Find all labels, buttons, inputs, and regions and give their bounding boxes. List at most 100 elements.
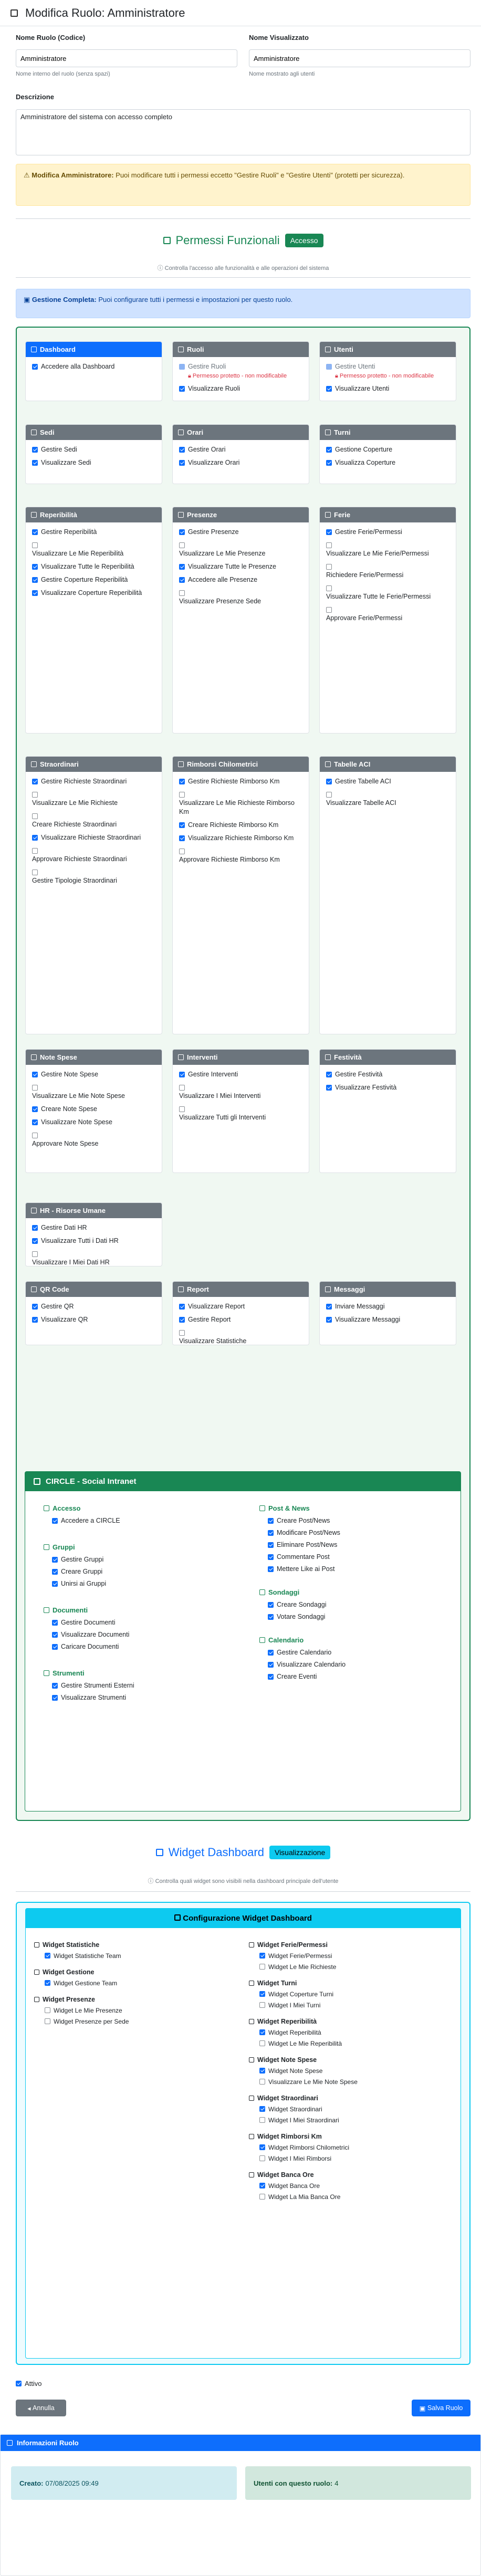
- permission-checkbox[interactable]: [179, 542, 185, 548]
- permission-checkbox[interactable]: [32, 529, 38, 535]
- permission-checkbox[interactable]: [52, 1695, 58, 1701]
- permission-checkbox[interactable]: [326, 779, 332, 784]
- widget-checkbox[interactable]: [259, 2106, 265, 2112]
- permission-checkbox[interactable]: [32, 1085, 38, 1091]
- permission-item[interactable]: Visualizzare Presenze Sede: [179, 589, 302, 606]
- permission-item[interactable]: Creare Richieste Rimborso Km: [179, 821, 302, 830]
- widget-item[interactable]: Widget La Mia Banca Ore: [259, 2193, 454, 2201]
- permission-checkbox[interactable]: [326, 1085, 332, 1091]
- widget-checkbox[interactable]: [259, 2002, 265, 2008]
- permission-item[interactable]: Gestire Interventi: [179, 1070, 302, 1079]
- permission-item[interactable]: Visualizzare Coperture Reperibilità: [32, 589, 155, 598]
- permission-checkbox[interactable]: [268, 1602, 274, 1608]
- permission-item[interactable]: Gestire Orari: [179, 445, 302, 454]
- permission-checkbox[interactable]: [326, 1317, 332, 1323]
- permission-checkbox[interactable]: [179, 1330, 185, 1336]
- permission-item[interactable]: Accedere alle Presenze: [179, 575, 302, 584]
- permission-checkbox[interactable]: [179, 1085, 185, 1091]
- permission-item[interactable]: Gestire Ferie/Permessi: [326, 528, 449, 537]
- description-textarea[interactable]: Amministratore del sistema con accesso c…: [16, 109, 470, 155]
- permission-checkbox[interactable]: [268, 1674, 274, 1680]
- widget-item[interactable]: Visualizzare Le Mie Note Spese: [259, 2078, 454, 2086]
- permission-checkbox[interactable]: [179, 529, 185, 535]
- permission-item[interactable]: Visualizzare Le Mie Note Spese: [32, 1083, 155, 1101]
- permission-checkbox[interactable]: [32, 1238, 38, 1244]
- widget-checkbox[interactable]: [259, 2079, 265, 2085]
- permission-item[interactable]: Creare Note Spese: [32, 1105, 155, 1114]
- widget-checkbox[interactable]: [259, 1953, 265, 1959]
- permission-checkbox[interactable]: [32, 447, 38, 453]
- permission-checkbox[interactable]: [268, 1614, 274, 1620]
- permission-checkbox[interactable]: [32, 577, 38, 583]
- permission-item[interactable]: Visualizzare Sedi: [32, 458, 155, 467]
- permission-checkbox[interactable]: [32, 1317, 38, 1323]
- permission-item[interactable]: Visualizzare I Miei Interventi: [179, 1083, 302, 1101]
- circle-permission-item[interactable]: Caricare Documenti: [52, 1642, 243, 1651]
- permission-checkbox[interactable]: [32, 590, 38, 596]
- circle-permission-item[interactable]: Creare Eventi: [268, 1672, 454, 1681]
- permission-checkbox[interactable]: [52, 1683, 58, 1689]
- permission-checkbox[interactable]: [52, 1620, 58, 1626]
- widget-item[interactable]: Widget I Miei Turni: [259, 2001, 454, 2009]
- circle-permission-item[interactable]: Commentare Post: [268, 1553, 454, 1562]
- permission-item[interactable]: Richiedere Ferie/Permessi: [326, 562, 449, 580]
- permission-checkbox[interactable]: [326, 585, 332, 591]
- permission-checkbox[interactable]: [179, 822, 185, 828]
- widget-item[interactable]: Widget Coperture Turni: [259, 1990, 454, 1998]
- widget-checkbox[interactable]: [259, 2117, 265, 2123]
- permission-checkbox[interactable]: [268, 1518, 274, 1524]
- circle-permission-item[interactable]: Gestire Calendario: [268, 1648, 454, 1657]
- permission-checkbox[interactable]: [268, 1542, 274, 1548]
- widget-item[interactable]: Widget I Miei Straordinari: [259, 2116, 454, 2124]
- circle-permission-item[interactable]: Gestire Documenti: [52, 1618, 243, 1627]
- widget-checkbox[interactable]: [259, 2040, 265, 2046]
- permission-item[interactable]: Gestire Festività: [326, 1070, 449, 1079]
- permission-item[interactable]: Visualizzare Ruoli: [179, 384, 302, 393]
- permission-checkbox[interactable]: [326, 460, 332, 466]
- widget-checkbox[interactable]: [45, 1953, 50, 1959]
- permission-checkbox[interactable]: [268, 1554, 274, 1560]
- circle-permission-item[interactable]: Visualizzare Calendario: [268, 1660, 454, 1669]
- permission-item[interactable]: Visualizzare Tutte le Reperibilità: [32, 562, 155, 571]
- permission-item[interactable]: Visualizzare Messaggi: [326, 1315, 449, 1324]
- circle-permission-item[interactable]: Gestire Strumenti Esterni: [52, 1681, 243, 1690]
- permission-checkbox[interactable]: [32, 1304, 38, 1310]
- permission-item[interactable]: Gestione Coperture: [326, 445, 449, 454]
- circle-permission-item[interactable]: Visualizzare Documenti: [52, 1630, 243, 1639]
- permission-checkbox[interactable]: [179, 590, 185, 596]
- widget-checkbox[interactable]: [45, 2018, 50, 2024]
- active-toggle[interactable]: Attivo: [16, 2380, 42, 2387]
- permission-checkbox[interactable]: [326, 386, 332, 392]
- permission-checkbox[interactable]: [179, 835, 185, 841]
- permission-checkbox[interactable]: [326, 792, 332, 798]
- widget-item[interactable]: Widget Statistiche Team: [45, 1952, 234, 1960]
- permission-checkbox[interactable]: [32, 792, 38, 798]
- permission-checkbox[interactable]: [52, 1518, 58, 1524]
- permission-item[interactable]: Visualizzare Note Spese: [32, 1118, 155, 1127]
- widget-checkbox[interactable]: [45, 2007, 50, 2013]
- permission-checkbox[interactable]: [32, 364, 38, 370]
- permission-item[interactable]: Gestire Note Spese: [32, 1070, 155, 1079]
- circle-permission-item[interactable]: Accedere a CIRCLE: [52, 1516, 243, 1525]
- permission-checkbox[interactable]: [268, 1662, 274, 1668]
- permission-checkbox[interactable]: [179, 779, 185, 784]
- permission-item[interactable]: Visualizzare Tutte le Ferie/Permessi: [326, 584, 449, 601]
- circle-permission-item[interactable]: Creare Post/News: [268, 1516, 454, 1525]
- permission-checkbox[interactable]: [326, 447, 332, 453]
- permission-checkbox[interactable]: [179, 564, 185, 570]
- permission-checkbox[interactable]: [32, 1106, 38, 1112]
- active-checkbox[interactable]: [16, 2381, 22, 2386]
- widget-item[interactable]: Widget Banca Ore: [259, 2182, 454, 2190]
- permission-checkbox[interactable]: [32, 460, 38, 466]
- widget-item[interactable]: Widget Presenze per Sede: [45, 2017, 234, 2026]
- permission-checkbox[interactable]: [32, 813, 38, 819]
- permission-checkbox[interactable]: [32, 848, 38, 854]
- widget-checkbox[interactable]: [259, 2068, 265, 2074]
- permission-item[interactable]: Gestire Richieste Straordinari: [32, 777, 155, 786]
- permission-checkbox[interactable]: [32, 779, 38, 784]
- permission-item[interactable]: Gestire Sedi: [32, 445, 155, 454]
- permission-item[interactable]: Visualizzare Statistiche: [179, 1328, 302, 1345]
- widget-item[interactable]: Widget Le Mie Reperibilità: [259, 2039, 454, 2048]
- permission-item[interactable]: Visualizzare I Miei Dati HR: [32, 1250, 155, 1266]
- permission-item[interactable]: Gestire Presenze: [179, 528, 302, 537]
